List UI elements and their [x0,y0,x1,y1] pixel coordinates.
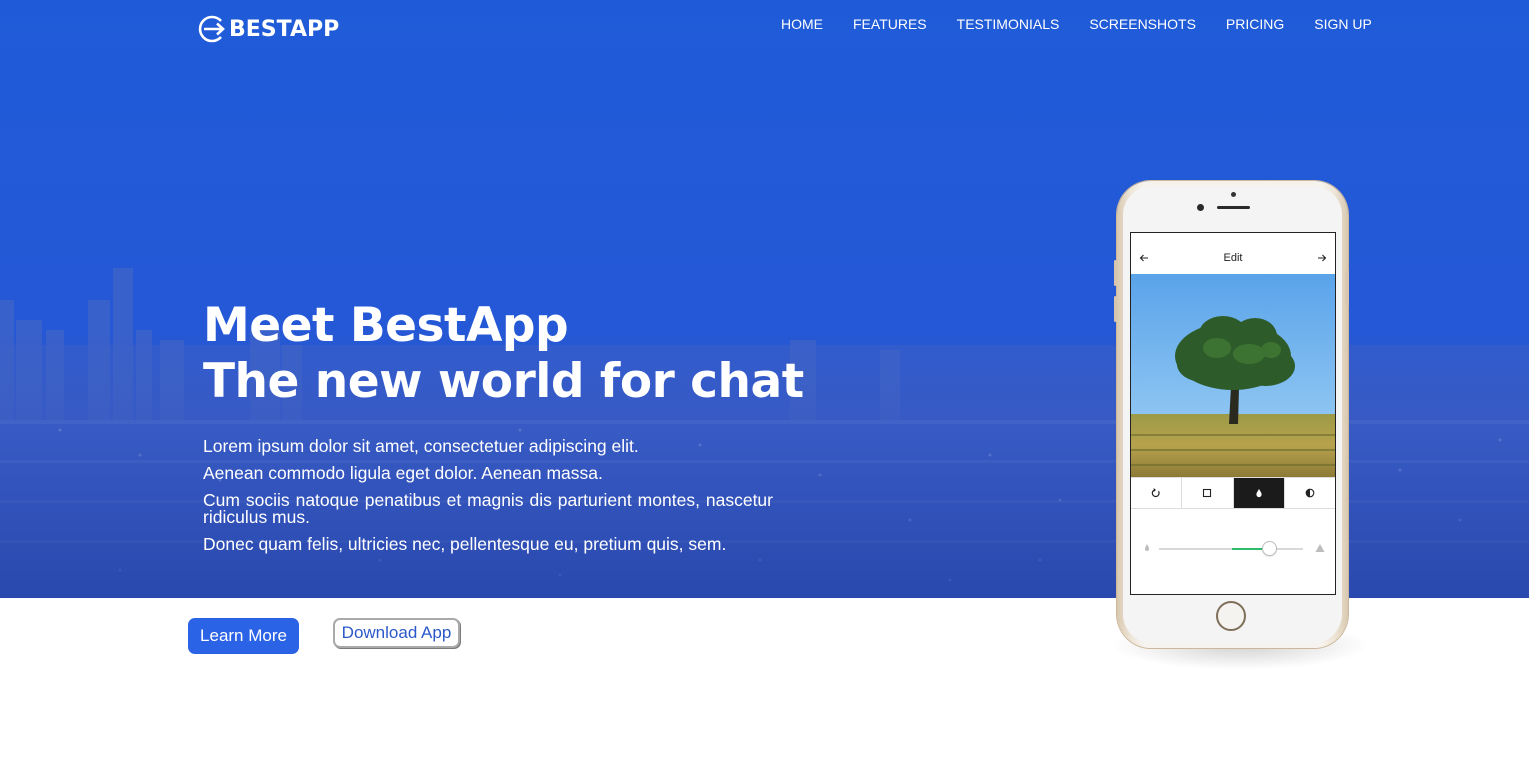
arrow-right-icon[interactable] [1317,253,1327,263]
brand-logo[interactable]: BESTAPP [196,13,339,45]
tool-drop[interactable] [1233,478,1285,508]
tool-crop[interactable] [1182,478,1234,508]
hero-description: Lorem ipsum dolor sit amet, consectetuer… [203,436,773,563]
hero-paragraph: Donec quam felis, ultricies nec, pellent… [203,534,727,554]
phone-volume-button [1114,296,1117,322]
phone-home-button[interactable] [1216,601,1246,631]
slider-thumb[interactable] [1263,542,1277,555]
hero-paragraph: Aenean commodo ligula eget dolor. Aenean… [203,463,603,483]
nav-testimonials[interactable]: TESTIMONIALS [942,16,1075,32]
arrow-circle-icon [198,15,225,43]
nav-screenshots[interactable]: SCREENSHOTS [1074,16,1211,32]
nav-features[interactable]: FEATURES [838,16,942,32]
slider-track[interactable] [1159,548,1303,550]
nav-sign-up[interactable]: SIGN UP [1299,16,1387,32]
phone-speaker [1217,206,1250,209]
app-toolbar: Edit [1131,233,1335,275]
learn-more-button[interactable]: Learn More [188,618,299,654]
drop-icon [1256,489,1262,498]
download-app-button[interactable]: Download App [333,618,460,648]
crop-square-icon [1203,488,1212,498]
app-title: Edit [1223,252,1243,264]
main-nav: HOME FEATURES TESTIMONIALS SCREENSHOTS P… [766,16,1387,32]
landing-page: BESTAPP HOME FEATURES TESTIMONIALS SCREE… [0,0,1529,779]
hero-title-line-2: The new world for chat [203,354,804,409]
drop-small-icon [1145,544,1149,551]
edit-toolbar [1131,477,1335,509]
phone-front-camera [1197,204,1204,211]
tool-rotate[interactable] [1131,478,1183,508]
phone-screen: Edit [1130,232,1336,595]
brand-name: BESTAPP [229,16,340,42]
triangle-icon [1315,544,1325,552]
tool-contrast[interactable] [1285,478,1335,508]
phone-volume-button [1114,260,1117,286]
adjust-slider[interactable] [1131,533,1335,563]
hero-paragraph: Cum sociis natoque penatibus et magnis d… [203,490,773,527]
hero-title-line-1: Meet BestApp [203,298,569,353]
hero-paragraph: Lorem ipsum dolor sit amet, consectetuer… [203,436,639,456]
tree-photo [1131,274,1335,477]
nav-pricing[interactable]: PRICING [1211,16,1299,32]
hero-title: Meet BestApp The new world for chat [203,298,804,410]
contrast-icon [1305,488,1315,498]
phone-sensor [1231,192,1236,197]
rotate-icon [1151,488,1160,498]
phone-power-button [1346,270,1349,306]
nav-home[interactable]: HOME [766,16,838,32]
